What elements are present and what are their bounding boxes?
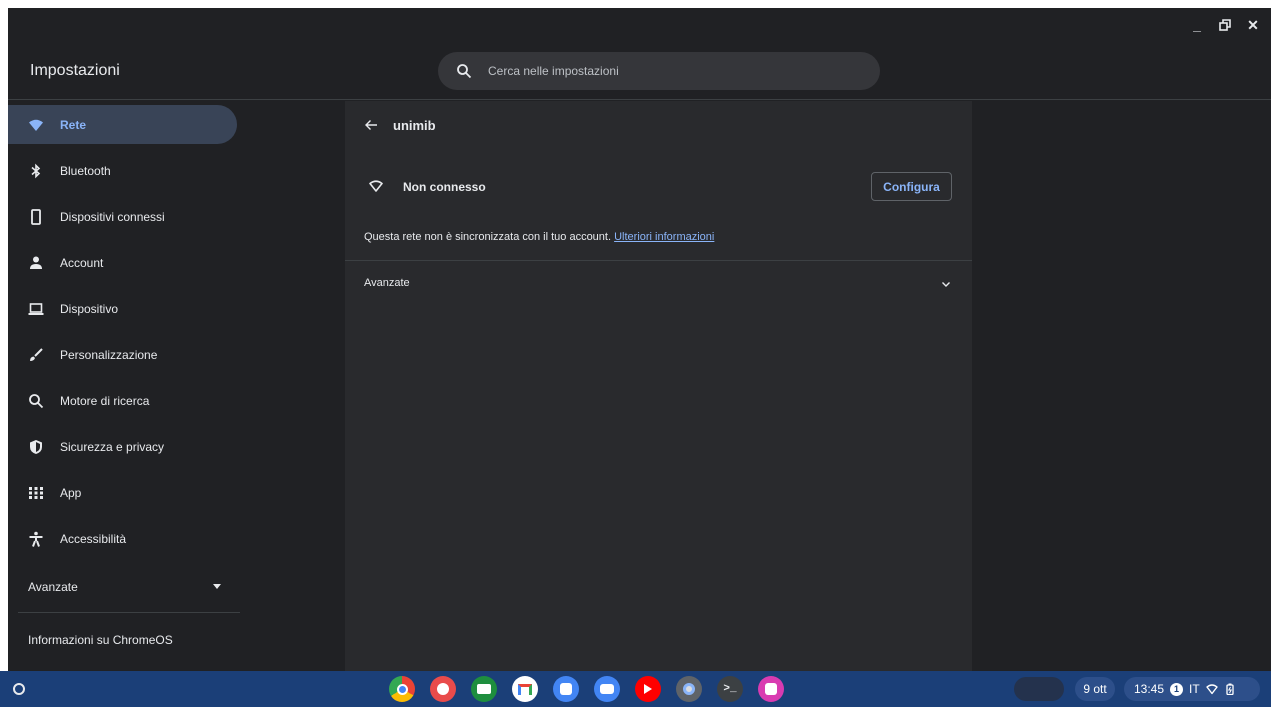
- accessibility-icon: [28, 531, 44, 547]
- window-controls: _ ✕: [1185, 14, 1265, 36]
- sidebar-advanced-label: Avanzate: [28, 580, 78, 594]
- sidebar-item-label: Bluetooth: [60, 163, 111, 178]
- back-arrow-icon[interactable]: [363, 117, 379, 133]
- gmail-app-icon[interactable]: [512, 676, 538, 702]
- launcher-button[interactable]: [8, 678, 30, 700]
- chrome-app-icon[interactable]: [389, 676, 415, 702]
- sidebar-item-about-chromeos[interactable]: Informazioni su ChromeOS: [28, 633, 173, 647]
- minimize-button[interactable]: _: [1185, 14, 1209, 36]
- sidebar-item-dispositivo[interactable]: Dispositivo: [8, 289, 237, 328]
- calendar-app-icon[interactable]: [553, 676, 579, 702]
- search-box[interactable]: [438, 52, 880, 90]
- date-text: 9 ott: [1083, 682, 1107, 696]
- connection-status-row: Non connesso Configura: [345, 169, 972, 203]
- restore-icon: [1219, 19, 1231, 31]
- configure-button[interactable]: Configura: [871, 172, 952, 201]
- pinned-apps: >_: [389, 676, 784, 702]
- sidebar: Rete Bluetooth Dispositivi connessi Acco…: [8, 101, 246, 671]
- laptop-icon: [28, 301, 44, 317]
- sidebar-item-label: Personalizzazione: [60, 347, 158, 362]
- date-tray[interactable]: 9 ott: [1075, 677, 1115, 701]
- wifi-outline-icon: [369, 179, 383, 193]
- sidebar-item-label: Dispositivo: [60, 301, 119, 316]
- app-title: Impostazioni: [30, 62, 120, 79]
- sync-message-text: Questa rete non è sincronizzata con il t…: [364, 231, 612, 243]
- sidebar-item-label: Account: [60, 255, 104, 270]
- brush-icon: [28, 347, 44, 363]
- canvas-app-icon[interactable]: [430, 676, 456, 702]
- sidebar-item-dispositivi-connessi[interactable]: Dispositivi connessi: [8, 197, 237, 236]
- sidebar-item-account[interactable]: Account: [8, 243, 237, 282]
- sidebar-item-sicurezza-e-privacy[interactable]: Sicurezza e privacy: [8, 427, 237, 466]
- keyboard-layout-text: IT: [1189, 682, 1200, 696]
- apps-grid-icon: [28, 485, 44, 501]
- phone-icon: [28, 208, 44, 225]
- network-name: unimib: [393, 117, 436, 133]
- settings-header: Impostazioni: [8, 44, 1271, 100]
- sidebar-item-label: Motore di ricerca: [60, 393, 150, 408]
- close-button[interactable]: ✕: [1241, 14, 1265, 36]
- terminal-app-icon[interactable]: >_: [717, 676, 743, 702]
- sidebar-item-bluetooth[interactable]: Bluetooth: [8, 151, 237, 190]
- notification-badge: 1: [1170, 682, 1184, 696]
- search-icon: [28, 393, 44, 409]
- settings-app-icon[interactable]: [676, 676, 702, 702]
- caption-bar: _ ✕: [8, 8, 1271, 44]
- sidebar-item-personalizzazione[interactable]: Personalizzazione: [8, 335, 237, 374]
- files-app-icon[interactable]: [594, 676, 620, 702]
- sidebar-advanced-toggle[interactable]: Avanzate: [8, 567, 237, 607]
- youtube-app-icon[interactable]: [635, 676, 661, 702]
- status-area[interactable]: 13:45 1 IT: [1124, 677, 1260, 701]
- advanced-section-label: Avanzate: [364, 277, 410, 289]
- classroom-app-icon[interactable]: [471, 676, 497, 702]
- sidebar-item-label: Accessibilità: [60, 531, 127, 546]
- sidebar-item-app[interactable]: App: [8, 473, 237, 512]
- shield-icon: [28, 439, 44, 455]
- search-icon: [457, 64, 472, 79]
- sidebar-item-rete[interactable]: Rete: [8, 105, 237, 144]
- sidebar-item-label: Dispositivi connessi: [60, 209, 165, 224]
- advanced-section-toggle[interactable]: Avanzate: [345, 261, 972, 301]
- sidebar-divider: [18, 612, 240, 613]
- blurred-tray-item[interactable]: [1014, 677, 1064, 701]
- sidebar-item-label: Rete: [60, 117, 87, 132]
- search-input[interactable]: [488, 64, 828, 78]
- wifi-status-icon: [1206, 684, 1218, 695]
- photo-app-icon[interactable]: [758, 676, 784, 702]
- restore-button[interactable]: [1213, 14, 1237, 36]
- caret-down-icon: [213, 584, 221, 589]
- sidebar-item-label: App: [60, 485, 82, 500]
- sync-message: Questa rete non è sincronizzata con il t…: [364, 231, 714, 243]
- chevron-down-icon: [940, 277, 952, 289]
- learn-more-link[interactable]: Ulteriori informazioni: [614, 231, 714, 243]
- sidebar-item-label: Sicurezza e privacy: [60, 439, 165, 454]
- battery-icon: [1226, 683, 1234, 695]
- sidebar-item-accessibilita[interactable]: Accessibilità: [8, 519, 237, 558]
- bluetooth-icon: [28, 163, 44, 179]
- time-text: 13:45: [1134, 682, 1165, 696]
- wifi-icon: [28, 117, 44, 133]
- subpage-header: unimib: [345, 101, 972, 149]
- shelf: >_ 9 ott 13:45 1 IT: [0, 671, 1271, 707]
- network-detail-card: unimib Non connesso Configura Questa ret…: [345, 101, 972, 671]
- person-icon: [28, 255, 44, 271]
- connection-status: Non connesso: [403, 180, 486, 194]
- sidebar-item-motore-di-ricerca[interactable]: Motore di ricerca: [8, 381, 237, 420]
- launcher-circle-icon: [13, 683, 25, 695]
- settings-window: _ ✕ Impostazioni Rete Bluetooth Disposit…: [8, 8, 1271, 671]
